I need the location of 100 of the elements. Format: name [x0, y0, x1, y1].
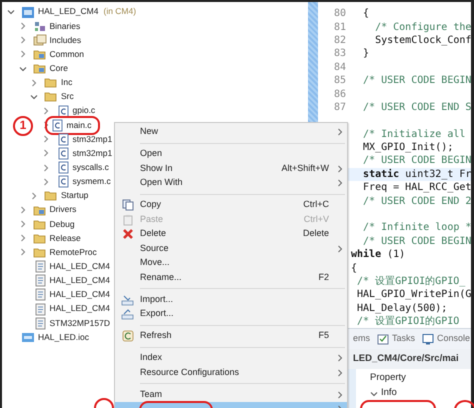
document-icon: [32, 288, 46, 302]
code-line: /* USER CODE BEGIN: [362, 75, 472, 86]
import-icon: [121, 294, 134, 306]
delete-icon: [122, 228, 134, 240]
menu-item[interactable]: Delete Delete: [115, 227, 347, 242]
code-line: Freq = HAL_RCC_Get: [362, 182, 472, 194]
project-location: (in CM4): [103, 7, 136, 17]
code-line: static uint32_t Fr: [362, 168, 472, 180]
folder-icon: [32, 232, 46, 245]
includes-icon: [32, 34, 46, 47]
tree-item[interactable]: Src: [61, 92, 74, 102]
tree-item[interactable]: Common: [50, 50, 84, 60]
menu-item[interactable]: Open With: [115, 176, 347, 190]
panel-tab[interactable]: Console: [422, 333, 470, 346]
tree-item[interactable]: HAL_LED_CM4: [38, 7, 98, 17]
tree-item[interactable]: Startup: [61, 191, 88, 201]
code-line: {: [362, 8, 370, 20]
c-file-icon: [56, 161, 70, 174]
console-icon: [422, 333, 434, 346]
tree-item[interactable]: STM32MP157D: [50, 318, 110, 328]
code-line: while (1): [351, 249, 406, 260]
folder-icon: [32, 246, 46, 259]
copy-icon: [122, 199, 134, 212]
menu-item[interactable]: Move...: [115, 256, 347, 270]
menu-item[interactable]: Copy Ctrl+C: [115, 198, 347, 212]
tree-item[interactable]: HAL_LED_CM4: [50, 304, 110, 314]
tree-item[interactable]: Includes: [50, 36, 82, 46]
tree-item[interactable]: Core: [50, 64, 68, 74]
document-icon: [32, 274, 46, 288]
c-file-icon: [56, 104, 70, 118]
tree-item[interactable]: RemoteProc: [50, 248, 97, 258]
menu-item[interactable]: Export...: [115, 307, 347, 322]
export-icon: [121, 308, 134, 320]
tree-item[interactable]: Debug: [50, 220, 75, 229]
tree-item[interactable]: stm32mp1: [72, 134, 112, 144]
line-number: 81: [334, 22, 346, 33]
code-line: /* USER CODE END S: [362, 102, 472, 113]
code-line: /* USER CODE END 2: [362, 196, 472, 207]
code-line: /* Initialize all: [362, 128, 466, 140]
project-icon: [21, 6, 35, 19]
code-line: /* 设置GPIOI的GPIO_: [356, 276, 466, 287]
folder-icon: [44, 189, 58, 202]
tree-item[interactable]: Drivers: [50, 205, 76, 215]
line-number: 85: [334, 75, 346, 86]
line-number: 80: [334, 8, 346, 20]
tree-item[interactable]: sysmem.c: [72, 177, 111, 186]
folder-icon: [32, 218, 46, 231]
panel-tab[interactable]: ems: [353, 334, 370, 344]
line-number: 84: [334, 62, 346, 73]
source-folder-icon: [32, 48, 46, 61]
menu-item[interactable]: Show In Alt+Shift+W: [115, 162, 347, 176]
code-line: /* Configure the: [374, 22, 472, 33]
folder-icon: [44, 76, 58, 90]
tree-item[interactable]: HAL_LED_CM4: [50, 290, 110, 300]
clipboard-icon: [122, 214, 134, 226]
code-line: HAL_GPIO_WritePin(G: [356, 289, 472, 300]
menu-item[interactable]: Source: [115, 242, 347, 256]
tree-item[interactable]: Release: [50, 234, 81, 243]
document-icon: [32, 260, 46, 274]
menu-item[interactable]: Refresh F5: [115, 329, 347, 344]
menu-item[interactable]: New: [115, 125, 347, 140]
tree-item[interactable]: HAL_LED_CM4: [50, 276, 110, 286]
code-line: /* USER CODE BEGIN: [362, 236, 472, 247]
menu-item[interactable]: Import...: [115, 292, 347, 307]
line-number: 86: [334, 88, 346, 100]
c-file-icon: [56, 175, 70, 188]
code-line: SystemClock_Conf: [374, 34, 472, 46]
binaries-icon: [32, 20, 46, 33]
tree-item[interactable]: gpio.c: [72, 106, 96, 116]
refresh-icon: [122, 330, 134, 342]
section-label: Info: [381, 388, 397, 399]
document-icon: [32, 316, 46, 330]
c-file-icon: [56, 146, 70, 160]
source-folder-icon: [32, 62, 46, 76]
c-file-icon: [50, 118, 64, 132]
tree-item[interactable]: HAL_LED_CM4: [50, 262, 110, 272]
menu-item[interactable]: Rename... F2: [115, 270, 347, 285]
menu-item[interactable]: Open: [115, 147, 347, 162]
code-line: {: [351, 262, 358, 274]
tasks-icon: [377, 333, 390, 346]
cube-file-icon: [21, 330, 35, 344]
line-number: 87: [334, 102, 346, 113]
c-file-icon: [56, 132, 70, 146]
panel-tab[interactable]: Tasks: [377, 333, 416, 346]
step-number-badge: 1: [13, 116, 33, 136]
line-number: 83: [334, 48, 346, 60]
code-line: MX_GPIO_Init();: [362, 142, 454, 154]
column-header: Property: [370, 373, 406, 386]
code-line: /* Infinite loop *: [362, 222, 472, 234]
tree-item[interactable]: Binaries: [50, 22, 80, 31]
tree-item[interactable]: HAL_LED.ioc: [38, 332, 90, 342]
tree-item[interactable]: main.c: [66, 120, 92, 130]
line-number: 82: [334, 34, 346, 46]
tree-item[interactable]: stm32mp1: [72, 148, 112, 158]
menu-item[interactable]: Team: [115, 388, 347, 402]
source-folder-icon: [32, 204, 46, 217]
tree-item[interactable]: syscalls.c: [72, 162, 109, 172]
code-line: /* USER CODE BEGIN: [362, 155, 472, 166]
folder-icon: [44, 90, 58, 104]
tree-item[interactable]: Inc: [61, 78, 72, 88]
